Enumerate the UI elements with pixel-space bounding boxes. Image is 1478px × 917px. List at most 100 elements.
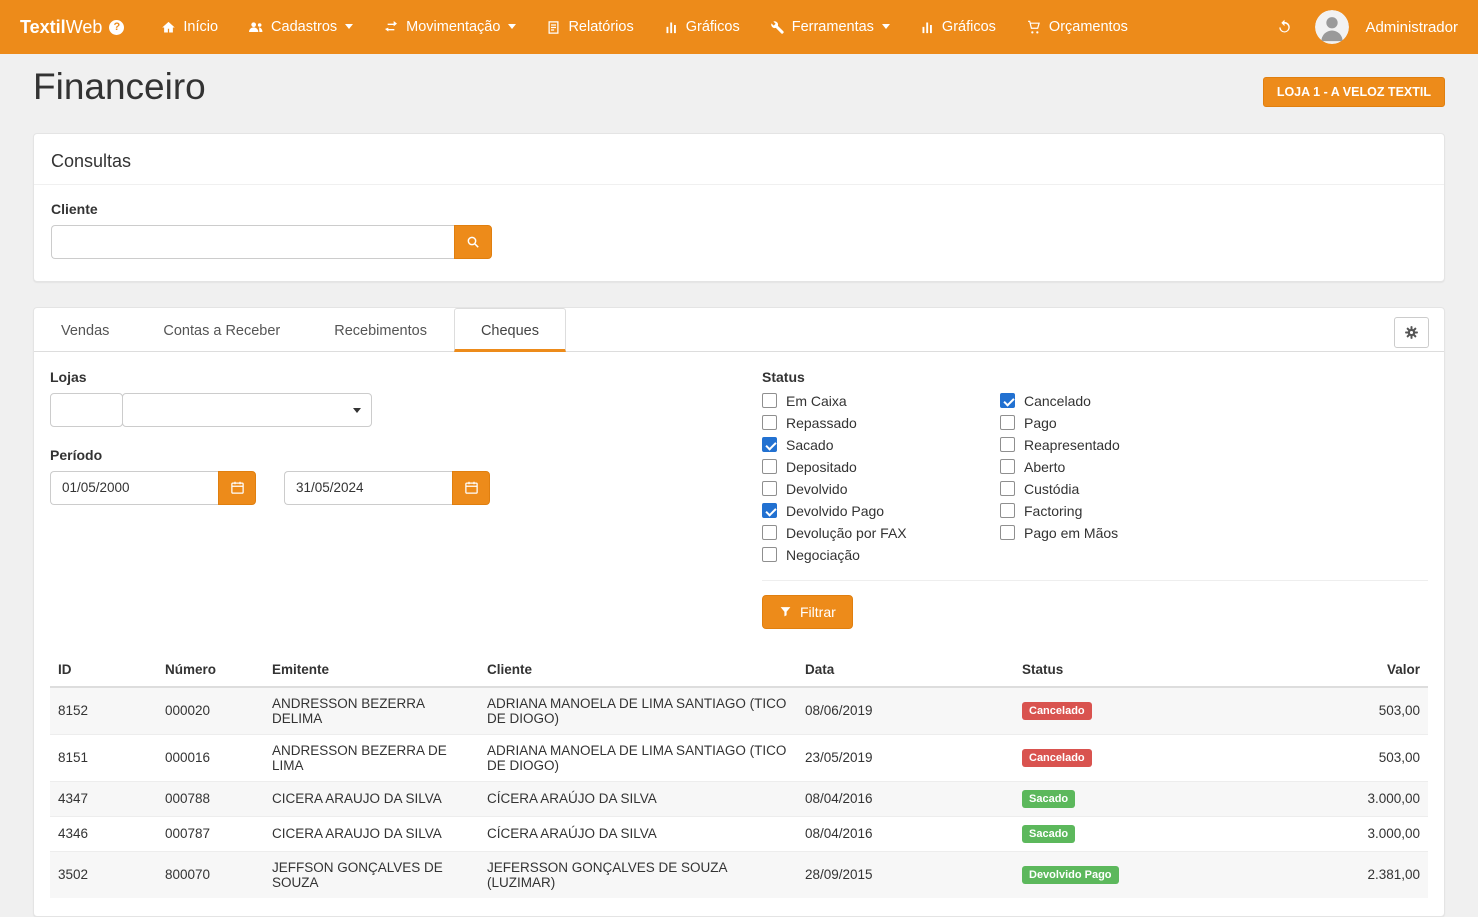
tab-cheques[interactable]: Cheques <box>454 308 566 352</box>
tab-contas-a-receber[interactable]: Contas a Receber <box>136 308 307 352</box>
status-checkbox[interactable]: Pago <box>1000 415 1238 431</box>
status-checkbox[interactable]: Repassado <box>762 415 1000 431</box>
cell-data: 23/05/2019 <box>797 734 1014 781</box>
cell-numero: 800070 <box>157 851 264 898</box>
date-to-calendar-button[interactable] <box>452 471 490 505</box>
status-checkbox-columns: Em Caixa Repassado Sacado <box>762 393 1428 563</box>
checkbox-icon <box>762 481 777 496</box>
page-content: Financeiro LOJA 1 - A VELOZ TEXTIL Consu… <box>0 54 1478 917</box>
store-button[interactable]: LOJA 1 - A VELOZ TEXTIL <box>1263 77 1445 107</box>
table-row[interactable]: 8152 000020 ANDRESSON BEZERRA DELIMA ADR… <box>50 687 1428 735</box>
bar-chart-icon <box>920 20 935 35</box>
checkbox-icon <box>1000 503 1015 518</box>
tab-vendas[interactable]: Vendas <box>34 308 136 352</box>
cliente-input[interactable] <box>51 225 454 259</box>
cell-id: 4346 <box>50 816 157 851</box>
checkbox-label: Devolvido <box>786 481 847 497</box>
loja-select[interactable] <box>122 393 372 427</box>
checkbox-icon <box>1000 393 1015 408</box>
cell-cliente: CÍCERA ARAÚJO DA SILVA <box>479 816 797 851</box>
header-id: ID <box>50 653 157 687</box>
refresh-icon[interactable] <box>1270 13 1299 42</box>
filtrar-label: Filtrar <box>800 604 836 620</box>
checkbox-label: Pago em Mãos <box>1024 525 1118 541</box>
cell-valor: 3.000,00 <box>1354 781 1428 816</box>
nav-label: Relatórios <box>568 19 633 35</box>
status-checkbox[interactable]: Reapresentado <box>1000 437 1238 453</box>
brand-logo[interactable]: TextilWeb ? <box>20 17 124 38</box>
nav-label: Gráficos <box>942 19 996 35</box>
nav-label: Início <box>183 19 218 35</box>
checkbox-label: Custódia <box>1024 481 1079 497</box>
top-navbar: TextilWeb ? Início Cadastros Movimentaçã… <box>0 0 1478 54</box>
table-row[interactable]: 3502 800070 JEFFSON GONÇALVES DE SOUZA J… <box>50 851 1428 898</box>
status-checkbox[interactable]: Em Caixa <box>762 393 1000 409</box>
cell-data: 28/09/2015 <box>797 851 1014 898</box>
nav-item-orcamentos[interactable]: Orçamentos <box>1011 0 1143 54</box>
table-row[interactable]: 4346 000787 CICERA ARAUJO DA SILVA CÍCER… <box>50 816 1428 851</box>
date-from-calendar-button[interactable] <box>218 471 256 505</box>
checkbox-label: Em Caixa <box>786 393 847 409</box>
checkbox-icon <box>762 547 777 562</box>
status-checkbox[interactable]: Sacado <box>762 437 1000 453</box>
nav-item-cadastros[interactable]: Cadastros <box>233 0 368 54</box>
checkbox-label: Negociação <box>786 547 860 563</box>
loja-code-input[interactable] <box>50 393 123 427</box>
status-checkbox[interactable]: Negociação <box>762 547 1000 563</box>
table-row[interactable]: 8151 000016 ANDRESSON BEZERRA DE LIMA AD… <box>50 734 1428 781</box>
status-checkbox[interactable]: Aberto <box>1000 459 1238 475</box>
checkbox-label: Sacado <box>786 437 833 453</box>
nav-item-movimentacao[interactable]: Movimentação <box>368 0 531 54</box>
status-column-right: Cancelado Pago Reapresentado <box>1000 393 1238 563</box>
nav-item-relatorios[interactable]: Relatórios <box>531 0 648 54</box>
date-from-input[interactable] <box>50 471 218 505</box>
status-checkbox[interactable]: Depositado <box>762 459 1000 475</box>
user-name[interactable]: Administrador <box>1365 19 1458 36</box>
checkbox-label: Aberto <box>1024 459 1065 475</box>
date-from-group <box>50 471 256 505</box>
status-checkbox[interactable]: Devolvido <box>762 481 1000 497</box>
filtrar-button[interactable]: Filtrar <box>762 595 853 629</box>
tab-recebimentos[interactable]: Recebimentos <box>307 308 454 352</box>
lojas-label: Lojas <box>50 369 762 385</box>
cell-valor: 2.381,00 <box>1354 851 1428 898</box>
checkbox-label: Devolvido Pago <box>786 503 884 519</box>
cell-id: 8152 <box>50 687 157 735</box>
settings-gear-button[interactable] <box>1394 317 1429 348</box>
status-checkbox[interactable]: Devolvido Pago <box>762 503 1000 519</box>
financeiro-tabs-card: Vendas Contas a Receber Recebimentos Che… <box>33 307 1445 917</box>
status-checkbox[interactable]: Factoring <box>1000 503 1238 519</box>
nav-item-inicio[interactable]: Início <box>146 0 233 54</box>
checkbox-label: Pago <box>1024 415 1057 431</box>
cell-numero: 000788 <box>157 781 264 816</box>
header-status: Status <box>1014 653 1354 687</box>
help-icon[interactable]: ? <box>109 20 124 35</box>
divider <box>762 580 1428 581</box>
status-badge: Sacado <box>1022 825 1075 843</box>
nav-label: Ferramentas <box>792 19 874 35</box>
date-to-input[interactable] <box>284 471 452 505</box>
cell-cliente: CÍCERA ARAÚJO DA SILVA <box>479 781 797 816</box>
status-checkbox[interactable]: Devolução por FAX <box>762 525 1000 541</box>
status-checkbox[interactable]: Pago em Mãos <box>1000 525 1238 541</box>
checkbox-icon <box>762 437 777 452</box>
checkbox-label: Factoring <box>1024 503 1082 519</box>
home-icon <box>161 20 176 35</box>
status-checkbox[interactable]: Cancelado <box>1000 393 1238 409</box>
checkbox-icon <box>1000 459 1015 474</box>
avatar[interactable] <box>1315 10 1349 44</box>
lojas-controls <box>50 393 762 427</box>
checkbox-label: Devolução por FAX <box>786 525 907 541</box>
checkbox-icon <box>762 503 777 518</box>
cliente-search-button[interactable] <box>454 225 492 259</box>
nav-item-graficos-2[interactable]: Gráficos <box>905 0 1011 54</box>
status-badge: Sacado <box>1022 790 1075 808</box>
table-row[interactable]: 4347 000788 CICERA ARAUJO DA SILVA CÍCER… <box>50 781 1428 816</box>
checkbox-icon <box>1000 481 1015 496</box>
calendar-icon <box>230 480 245 495</box>
gear-icon <box>1403 324 1420 341</box>
nav-item-graficos[interactable]: Gráficos <box>649 0 755 54</box>
cliente-search-group <box>51 225 492 259</box>
status-checkbox[interactable]: Custódia <box>1000 481 1238 497</box>
nav-item-ferramentas[interactable]: Ferramentas <box>755 0 905 54</box>
